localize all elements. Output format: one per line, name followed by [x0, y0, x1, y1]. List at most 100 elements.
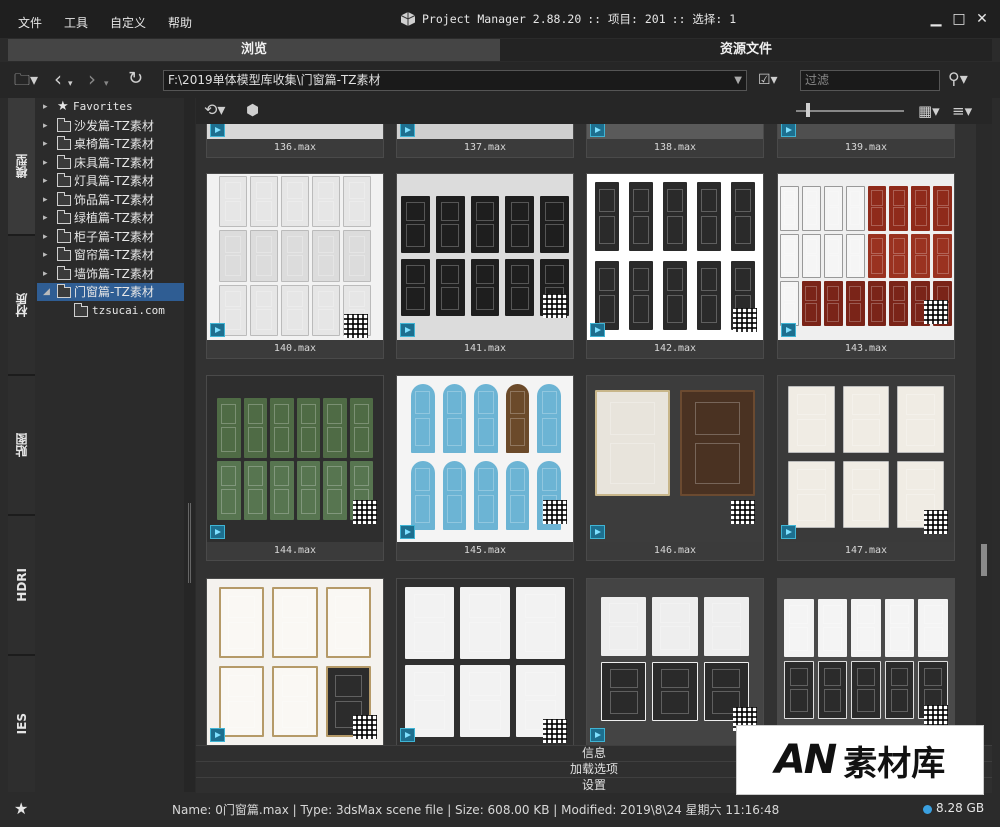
menu-tools[interactable]: 工具 — [64, 14, 88, 31]
close-icon[interactable]: ✕ — [973, 10, 991, 28]
zoom-slider-thumb[interactable] — [806, 103, 810, 117]
asset-card[interactable]: 137.max — [396, 124, 574, 158]
status-bar: ★ Name: 0门窗篇.max | Type: 3dsMax scene fi… — [0, 793, 1000, 827]
expand-icon[interactable]: ▸ — [43, 265, 48, 283]
package-icon[interactable]: ⬢ — [246, 100, 259, 120]
expand-icon[interactable]: ▸ — [43, 154, 48, 172]
asset-card[interactable] — [396, 578, 574, 745]
asset-card[interactable]: 142.max — [586, 173, 764, 359]
asset-card[interactable] — [206, 578, 384, 745]
asset-card[interactable]: 140.max — [206, 173, 384, 359]
splitter-grip[interactable] — [188, 503, 191, 583]
tree-item-beds[interactable]: ▸ 床具篇-TZ素材 — [37, 154, 184, 172]
expand-icon[interactable]: ▸ — [43, 135, 48, 153]
tree-label: 沙发篇-TZ素材 — [74, 118, 154, 133]
filter-placeholder: 过滤 — [805, 73, 830, 87]
refresh-icon[interactable]: ↻ — [128, 69, 143, 89]
asset-card[interactable] — [777, 578, 955, 745]
tree-item-curtains[interactable]: ▸ 窗帘篇-TZ素材 — [37, 246, 184, 264]
tree-item-wall-decor[interactable]: ▸ 墙饰篇-TZ素材 — [37, 265, 184, 283]
asset-thumbnail — [587, 376, 763, 543]
asset-card[interactable]: 146.max — [586, 375, 764, 561]
asset-card[interactable]: 145.max — [396, 375, 574, 561]
vtab-ies[interactable]: IES — [8, 656, 35, 792]
vtab-textures[interactable]: 贴图 — [8, 376, 35, 514]
tree-item-chairs[interactable]: ▸ 桌椅篇-TZ素材 — [37, 135, 184, 153]
asset-thumbnail — [207, 376, 383, 543]
tree-subitem-tzsucai[interactable]: tzsucai.com — [37, 302, 184, 320]
tree-label: 灯具篇-TZ素材 — [74, 174, 154, 188]
back-icon[interactable]: ‹ — [54, 69, 62, 89]
qr-code-icon — [353, 500, 377, 524]
asset-name: 139.max — [778, 139, 954, 157]
menu-help[interactable]: 帮助 — [168, 14, 192, 31]
path-input[interactable]: F:\2019单体模型库收集\门窗篇-TZ素材 ▼ — [163, 70, 747, 91]
sort-icon[interactable]: ≡▾ — [952, 101, 972, 121]
asset-card[interactable] — [586, 578, 764, 745]
door-preview — [595, 182, 755, 330]
expand-icon[interactable]: ▸ — [43, 228, 48, 246]
star-icon: ★ — [57, 99, 69, 114]
expand-icon[interactable]: ▸ — [43, 191, 48, 209]
vtab-hdri[interactable]: HDRI — [8, 516, 35, 654]
vtab-materials[interactable]: 材质 — [8, 236, 35, 374]
disk-free-space: 8.28 GB — [936, 801, 985, 815]
asset-card[interactable]: 141.max — [396, 173, 574, 359]
search-icon[interactable]: ⚲▾ — [948, 69, 968, 89]
filter-checklist-icon[interactable]: ☑▾ — [758, 70, 778, 90]
asset-name: 136.max — [207, 139, 383, 157]
asset-thumbnail — [207, 174, 383, 341]
scrollbar-thumb[interactable] — [981, 544, 987, 576]
maximize-icon[interactable]: □ — [950, 10, 968, 28]
folder-menu-icon[interactable]: 🗀▾ — [14, 70, 38, 90]
asset-thumbnail — [397, 124, 573, 139]
expand-icon[interactable]: ▸ — [43, 209, 48, 227]
asset-card[interactable]: 139.max — [777, 124, 955, 158]
menu-customize[interactable]: 自定义 — [110, 14, 146, 31]
tab-assets[interactable]: 资源文件 — [500, 39, 992, 61]
menu-file[interactable]: 文件 — [18, 14, 42, 31]
expand-icon[interactable]: ▸ — [43, 117, 48, 135]
expand-icon[interactable]: ▸ — [43, 172, 48, 190]
asset-card[interactable]: 138.max — [586, 124, 764, 158]
favorites-star-icon[interactable]: ★ — [14, 799, 28, 818]
expand-icon[interactable]: ▸ — [43, 98, 48, 116]
back-dropdown-icon[interactable]: ▾ — [68, 74, 73, 94]
asset-card[interactable]: 147.max — [777, 375, 955, 561]
collapse-icon[interactable]: ◢ — [43, 283, 50, 301]
tree-item-cabinets[interactable]: ▸ 柜子篇-TZ素材 — [37, 228, 184, 246]
tree-item-decor[interactable]: ▸ 饰品篇-TZ素材 — [37, 191, 184, 209]
zoom-slider-track[interactable] — [796, 110, 904, 112]
tab-browse[interactable]: 浏览 — [8, 39, 500, 61]
sync-icon[interactable]: ⟲▾ — [204, 100, 225, 120]
tree-item-lamps[interactable]: ▸ 灯具篇-TZ素材 — [37, 172, 184, 190]
content-toolbar: ⟲▾ ⬢ ▦▾ ≡▾ — [196, 98, 992, 124]
tree-item-sofa[interactable]: ▸ 沙发篇-TZ素材 — [37, 117, 184, 135]
tree-item-plants[interactable]: ▸ 绿植篇-TZ素材 — [37, 209, 184, 227]
panel-splitter[interactable] — [184, 98, 195, 792]
3dsmax-icon — [210, 728, 225, 742]
vtab-models[interactable]: 模型 — [8, 98, 35, 234]
forward-icon[interactable]: › — [88, 69, 96, 89]
door-preview — [788, 386, 944, 528]
tree-item-doors-windows[interactable]: ◢ 门窗篇-TZ素材 — [37, 283, 184, 301]
tree-favorites[interactable]: ▸ ★ Favorites — [37, 98, 184, 116]
asset-card[interactable]: 144.max — [206, 375, 384, 561]
asset-name: 141.max — [397, 340, 573, 358]
vtab-hdri-label: HDRI — [14, 568, 29, 602]
folder-icon — [57, 173, 71, 187]
minimize-icon[interactable]: ▁ — [927, 10, 945, 28]
door-preview — [601, 597, 749, 721]
tree-label: 绿植篇-TZ素材 — [74, 211, 154, 225]
view-grid-icon[interactable]: ▦▾ — [918, 101, 940, 121]
grid-scrollbar[interactable] — [976, 124, 992, 745]
watermark: AN 素材库 — [736, 725, 984, 795]
expand-icon[interactable]: ▸ — [43, 246, 48, 264]
qr-code-icon — [353, 715, 377, 739]
filter-input[interactable]: 过滤 — [800, 70, 940, 91]
path-dropdown-icon[interactable]: ▼ — [734, 71, 742, 90]
asset-card[interactable]: 136.max — [206, 124, 384, 158]
forward-dropdown-icon[interactable]: ▾ — [104, 74, 109, 94]
3dsmax-icon — [781, 323, 796, 337]
asset-card[interactable]: 143.max — [777, 173, 955, 359]
